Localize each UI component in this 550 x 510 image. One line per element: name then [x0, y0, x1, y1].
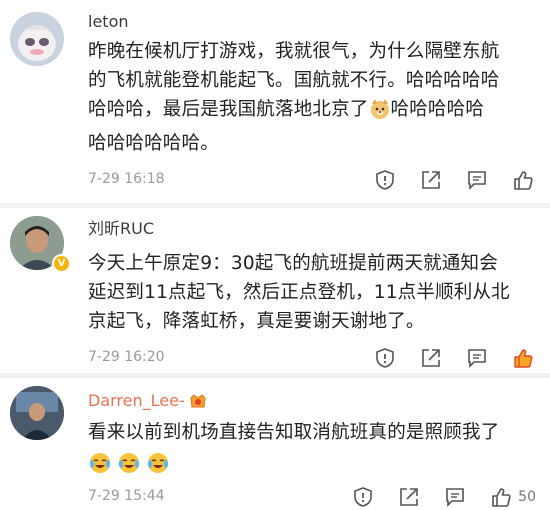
- comment-line: 延迟到11点起飞，然后正点登机，11点半顺利从北: [88, 282, 510, 303]
- crying-laugh-emoji: [88, 451, 112, 479]
- like-icon[interactable]: [510, 345, 536, 371]
- like-count: 50: [518, 489, 536, 505]
- like-icon[interactable]: [510, 167, 536, 193]
- comment-line: 的飞机就能登机能起飞。国航就不行。哈哈哈哈哈: [88, 70, 500, 91]
- medal-badge-icon: [189, 393, 207, 414]
- avatar[interactable]: [10, 386, 64, 440]
- comment-icon[interactable]: [442, 484, 468, 510]
- comment-line: 京起飞，降落虹桥，真是要谢天谢地了。: [88, 311, 425, 332]
- report-icon[interactable]: [372, 345, 398, 371]
- action-bar: [352, 345, 536, 371]
- comment-text: 今天上午原定9：30起飞的航班提前两天就通知会 延迟到11点起飞，然后正点登机，…: [88, 249, 538, 336]
- comment-text: 看来以前到机场直接告知取消航班真的是照顾我了: [88, 418, 538, 447]
- share-icon[interactable]: [418, 345, 444, 371]
- crying-laugh-emoji: [117, 451, 141, 479]
- action-bar: [352, 167, 536, 193]
- username-text: Darren_Lee-: [88, 391, 185, 410]
- username[interactable]: leton: [88, 12, 129, 32]
- comment-item: Darren_Lee- 看来以前到机场直接告知取消航班真的是照顾我了 7-29 …: [0, 378, 550, 510]
- comment-icon[interactable]: [464, 345, 490, 371]
- timestamp: 7-29 15:44: [88, 488, 165, 504]
- timestamp: 7-29 16:18: [88, 171, 165, 187]
- timestamp: 7-29 16:20: [88, 349, 165, 365]
- comment-line: 今天上午原定9：30起飞的航班提前两天就通知会: [88, 253, 498, 274]
- doge-emoji: [369, 98, 391, 129]
- comment-line: 哈哈哈，最后是我国航落地北京了: [88, 99, 369, 120]
- username[interactable]: 刘昕RUC: [88, 219, 154, 239]
- action-bar: 50: [330, 484, 536, 510]
- comment-line: 哈哈哈哈哈: [390, 99, 485, 120]
- comment-item: V 刘昕RUC 今天上午原定9：30起飞的航班提前两天就通知会 延迟到11点起飞…: [0, 208, 550, 370]
- share-icon[interactable]: [396, 484, 422, 510]
- like-icon[interactable]: [488, 484, 514, 510]
- report-icon[interactable]: [372, 167, 398, 193]
- comment-line: 昨晚在候机厅打游戏，我就很气，为什么隔壁东航: [88, 41, 500, 62]
- comment-line: 看来以前到机场直接告知取消航班真的是照顾我了: [88, 422, 500, 443]
- crying-laugh-emoji: [146, 451, 170, 479]
- username[interactable]: Darren_Lee-: [88, 391, 207, 414]
- comment-text: 昨晚在候机厅打游戏，我就很气，为什么隔壁东航 的飞机就能登机能起飞。国航就不行。…: [88, 37, 538, 158]
- emoji-row: [88, 451, 170, 479]
- comment-item: leton 昨晚在候机厅打游戏，我就很气，为什么隔壁东航 的飞机就能登机能起飞。…: [0, 0, 550, 200]
- avatar-image: [10, 386, 64, 440]
- avatar-image: [10, 12, 64, 66]
- comment-line: 哈哈哈哈哈哈。: [88, 133, 219, 154]
- avatar[interactable]: [10, 12, 64, 66]
- share-icon[interactable]: [418, 167, 444, 193]
- report-icon[interactable]: [350, 484, 376, 510]
- verified-badge-icon: V: [52, 254, 71, 273]
- comment-icon[interactable]: [464, 167, 490, 193]
